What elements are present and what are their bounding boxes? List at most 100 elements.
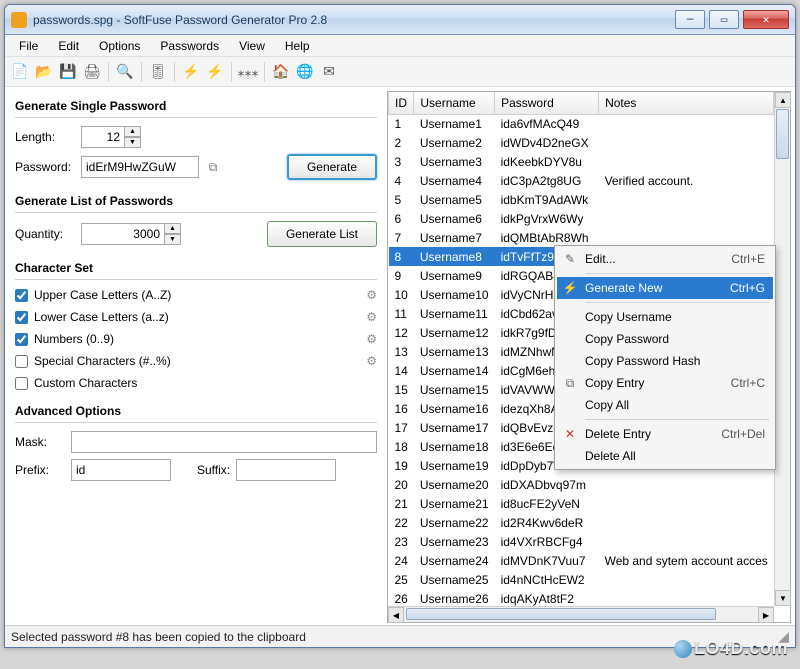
scroll-up-icon[interactable]: ▲ <box>775 92 791 108</box>
charset-label: Numbers (0..9) <box>34 332 114 346</box>
column-id[interactable]: ID <box>389 92 414 114</box>
menu-edit[interactable]: Edit <box>48 36 89 56</box>
scroll-down-icon[interactable]: ▼ <box>775 590 791 606</box>
charset-checkbox[interactable] <box>15 377 28 390</box>
menu-help[interactable]: Help <box>275 36 320 56</box>
cell-user: Username21 <box>414 494 495 513</box>
scroll-thumb[interactable] <box>406 608 716 620</box>
charset-label: Special Characters (#..%) <box>34 354 171 368</box>
cell-id: 22 <box>389 513 414 532</box>
menu-icon: ✕ <box>561 427 579 441</box>
horizontal-scrollbar[interactable]: ◀ ▶ <box>388 606 774 622</box>
minimize-button[interactable]: ─ <box>675 10 705 29</box>
table-row[interactable]: 1Username1ida6vfMAcQ49 <box>389 114 774 133</box>
cell-user: Username22 <box>414 513 495 532</box>
menu-item-copy-all[interactable]: Copy All <box>557 394 773 416</box>
open-icon[interactable]: 📂 <box>33 61 55 83</box>
cell-notes <box>599 209 774 228</box>
suffix-field[interactable] <box>236 459 336 481</box>
mask-icon[interactable]: ⁎⁎⁎ <box>237 61 259 83</box>
gear-icon[interactable]: ⚙ <box>366 354 377 368</box>
scroll-thumb[interactable] <box>776 109 789 159</box>
generate-single-icon[interactable]: ⚡ <box>180 61 202 83</box>
table-row[interactable]: 21Username21id8ucFE2yVeN <box>389 494 774 513</box>
globe-icon[interactable]: 🌐 <box>294 61 316 83</box>
length-input[interactable]: ▲▼ <box>81 126 141 148</box>
home-icon[interactable]: 🏠 <box>270 61 292 83</box>
charset-checkbox[interactable] <box>15 355 28 368</box>
column-notes[interactable]: Notes <box>599 92 774 114</box>
password-field[interactable] <box>81 156 199 178</box>
cell-user: Username23 <box>414 532 495 551</box>
generate-button[interactable]: Generate <box>287 154 377 180</box>
maximize-button[interactable]: ▭ <box>709 10 739 29</box>
table-row[interactable]: 24Username24idMVDnK7Vuu7Web and sytem ac… <box>389 551 774 570</box>
table-row[interactable]: 25Username25id4nNCtHcEW2 <box>389 570 774 589</box>
titlebar[interactable]: passwords.spg - SoftFuse Password Genera… <box>5 5 795 35</box>
mask-field[interactable] <box>71 431 377 453</box>
spin-up-icon[interactable]: ▲ <box>125 126 141 137</box>
divider <box>15 279 377 280</box>
quantity-field[interactable] <box>81 223 165 245</box>
menu-item-copy-password[interactable]: Copy Password <box>557 328 773 350</box>
context-menu[interactable]: ✎Edit...Ctrl+E ⚡Generate NewCtrl+G Copy Us… <box>554 245 776 470</box>
menu-item-generate-new[interactable]: ⚡Generate NewCtrl+G <box>557 277 773 299</box>
cell-notes <box>599 190 774 209</box>
table-row[interactable]: 22Username22id2R4Kwv6deR <box>389 513 774 532</box>
spin-down-icon[interactable]: ▼ <box>165 234 181 245</box>
save-icon[interactable]: 💾 <box>57 61 79 83</box>
prefix-label: Prefix: <box>15 463 65 477</box>
charset-checkbox[interactable] <box>15 333 28 346</box>
new-icon[interactable]: 📄 <box>9 61 31 83</box>
cell-pass: idMVDnK7Vuu7 <box>495 551 599 570</box>
cell-id: 6 <box>389 209 414 228</box>
menu-item-delete-all[interactable]: Delete All <box>557 445 773 467</box>
charset-checkbox[interactable] <box>15 289 28 302</box>
charset-checkbox[interactable] <box>15 311 28 324</box>
gear-icon[interactable]: ⚙ <box>366 288 377 302</box>
menu-item-edit-[interactable]: ✎Edit...Ctrl+E <box>557 248 773 270</box>
column-password[interactable]: Password <box>495 92 599 114</box>
cell-id: 18 <box>389 437 414 456</box>
cell-id: 12 <box>389 323 414 342</box>
spin-up-icon[interactable]: ▲ <box>165 223 181 234</box>
scroll-right-icon[interactable]: ▶ <box>758 607 774 623</box>
settings-icon[interactable]: 🎚 <box>147 61 169 83</box>
menu-options[interactable]: Options <box>89 36 150 56</box>
length-field[interactable] <box>81 126 125 148</box>
table-row[interactable]: 4Username4idC3pA2tg8UGVerified account. <box>389 171 774 190</box>
gear-icon[interactable]: ⚙ <box>366 332 377 346</box>
app-icon <box>11 12 27 28</box>
watermark: LO4D.com <box>674 638 788 659</box>
vertical-scrollbar[interactable]: ▲ ▼ <box>774 92 790 606</box>
table-row[interactable]: 26Username26idqAKyAt8tF2 <box>389 589 774 606</box>
cell-pass: idKeebkDYV8u <box>495 152 599 171</box>
search-icon[interactable]: 🔍 <box>114 61 136 83</box>
menu-file[interactable]: File <box>9 36 48 56</box>
column-username[interactable]: Username <box>414 92 495 114</box>
menu-item-copy-entry[interactable]: ⧉Copy EntryCtrl+C <box>557 372 773 394</box>
menu-item-copy-password-hash[interactable]: Copy Password Hash <box>557 350 773 372</box>
table-row[interactable]: 20Username20idDXADbvq97m <box>389 475 774 494</box>
menu-item-delete-entry[interactable]: ✕Delete EntryCtrl+Del <box>557 423 773 445</box>
quantity-input[interactable]: ▲▼ <box>81 223 181 245</box>
table-row[interactable]: 5Username5idbKmT9AdAWk <box>389 190 774 209</box>
copy-icon[interactable]: ⧉ <box>205 159 221 175</box>
menu-view[interactable]: View <box>229 36 275 56</box>
generate-list-button[interactable]: Generate List <box>267 221 377 247</box>
generate-list-icon[interactable]: ⚡ <box>204 61 226 83</box>
table-row[interactable]: 23Username23id4VXrRBCFg4 <box>389 532 774 551</box>
table-row[interactable]: 3Username3idKeebkDYV8u <box>389 152 774 171</box>
spin-down-icon[interactable]: ▼ <box>125 137 141 148</box>
table-row[interactable]: 2Username2idWDv4D2neGX <box>389 133 774 152</box>
scroll-left-icon[interactable]: ◀ <box>388 607 404 623</box>
print-icon[interactable]: 🖨 <box>81 61 103 83</box>
close-button[interactable]: ✕ <box>743 10 789 29</box>
gear-icon[interactable]: ⚙ <box>366 310 377 324</box>
menu-item-copy-username[interactable]: Copy Username <box>557 306 773 328</box>
table-row[interactable]: 6Username6idkPgVrxW6Wy <box>389 209 774 228</box>
mail-icon[interactable]: ✉ <box>318 61 340 83</box>
menu-passwords[interactable]: Passwords <box>150 36 229 56</box>
prefix-field[interactable] <box>71 459 171 481</box>
single-title: Generate Single Password <box>15 99 377 113</box>
